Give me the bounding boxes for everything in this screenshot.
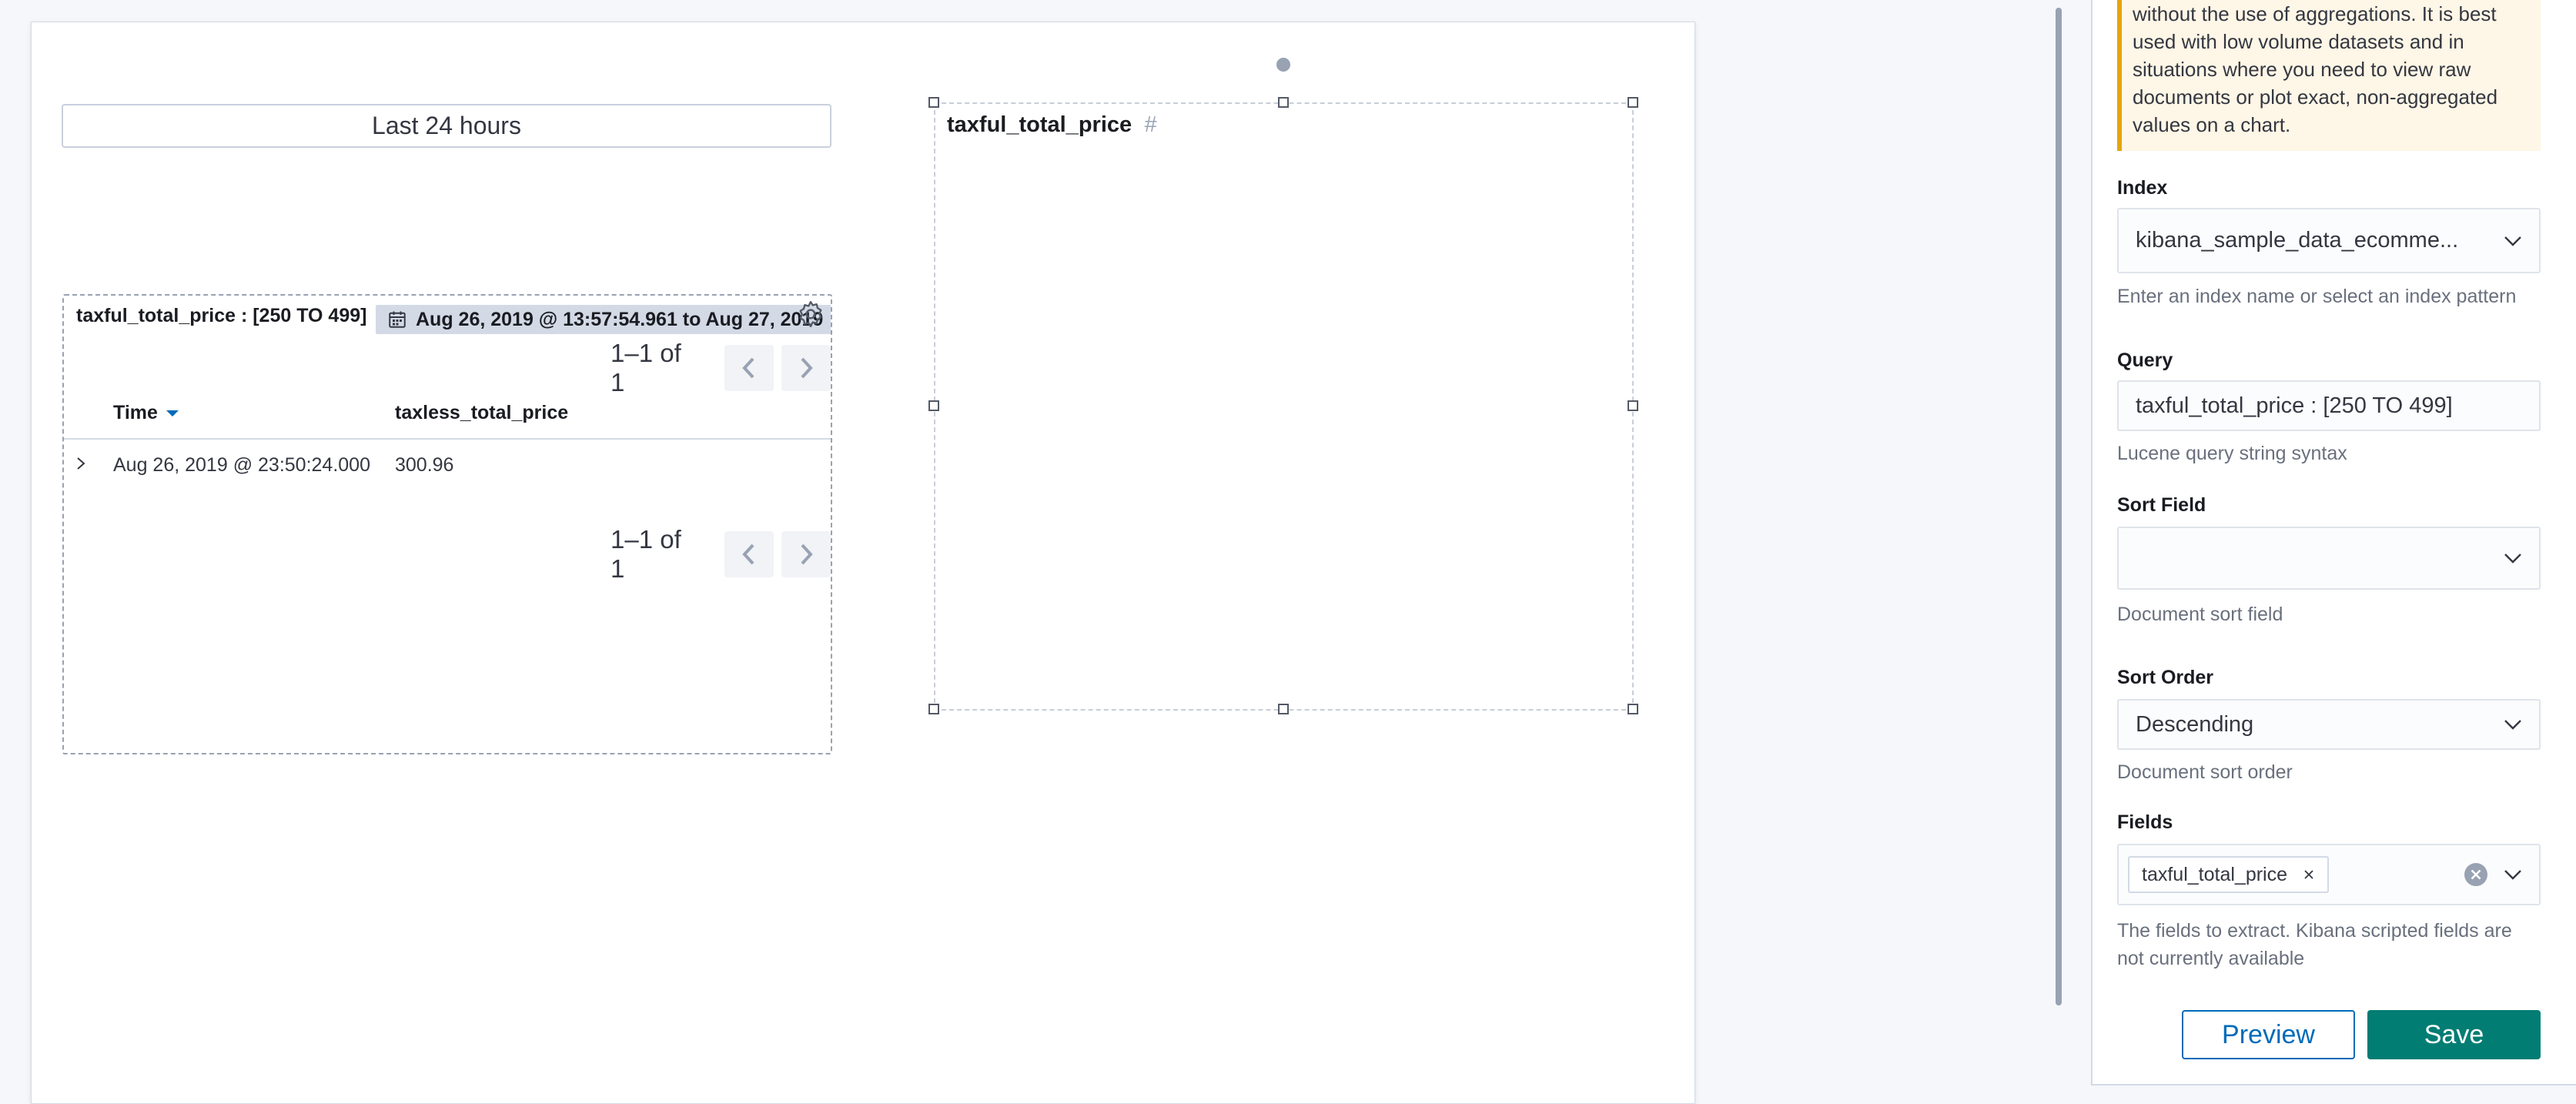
save-button[interactable]: Save (2367, 1010, 2541, 1059)
time-filter-label: Last 24 hours (372, 112, 521, 139)
sort-order-label: Sort Order (2117, 667, 2214, 688)
index-help-text: Enter an index name or select an index p… (2117, 286, 2517, 307)
callout-line: values on a chart. (2133, 113, 2291, 136)
saved-search-embeddable[interactable]: taxful_total_price : [250 TO 499] Aug 26… (62, 294, 832, 754)
chevron-left-icon (742, 544, 754, 565)
chevron-right-icon (801, 357, 813, 379)
chevron-down-icon (2504, 554, 2521, 564)
next-page-button[interactable] (781, 345, 831, 391)
resize-handle-right[interactable] (1628, 400, 1638, 411)
pagination-count: 1–1 of 1 (611, 525, 681, 583)
chevron-down-icon[interactable] (2504, 869, 2522, 880)
number-field-icon: # (1144, 112, 1157, 137)
calendar-icon (389, 311, 406, 328)
index-value: kibana_sample_data_ecomme... (2136, 228, 2459, 253)
chevron-right-icon (801, 544, 813, 565)
column-header-label: Time (113, 402, 158, 423)
chevron-down-icon (2504, 236, 2521, 246)
table-cell-taxless-total-price: 300.96 (395, 454, 454, 476)
close-icon[interactable] (2303, 868, 2315, 881)
index-select[interactable]: kibana_sample_data_ecomme... (2117, 208, 2541, 273)
query-input[interactable]: taxful_total_price : [250 TO 499] (2117, 380, 2541, 431)
next-page-button[interactable] (781, 531, 831, 577)
field-chip-label: taxful_total_price (2142, 863, 2288, 885)
preview-button[interactable]: Preview (2182, 1010, 2355, 1059)
fields-help-line: The fields to extract. Kibana scripted f… (2117, 920, 2512, 942)
selected-element-frame[interactable] (934, 102, 1634, 711)
chart-field-label: taxful_total_price # (947, 112, 1156, 138)
field-name: taxful_total_price (947, 112, 1132, 137)
callout-line: situations where you need to view raw (2133, 58, 2471, 81)
fields-label: Fields (2117, 811, 2173, 833)
fields-combobox[interactable]: taxful_total_price (2117, 844, 2541, 905)
rotation-handle[interactable] (1276, 58, 1290, 72)
datasource-info-callout: without the use of aggregations. It is b… (2117, 0, 2541, 151)
fields-help-text: The fields to extract. Kibana scripted f… (2117, 917, 2541, 972)
chevron-down-icon (2504, 720, 2521, 730)
pagination-bottom: 1–1 of 1 (611, 525, 831, 584)
callout-line: documents or plot exact, non-aggregated (2133, 85, 2498, 109)
time-filter-element[interactable]: Last 24 hours (62, 104, 831, 148)
index-label: Index (2117, 177, 2168, 199)
table-header-divider (64, 438, 831, 440)
sort-field-label: Sort Field (2117, 494, 2206, 516)
query-value: taxful_total_price : [250 TO 499] (2136, 393, 2453, 418)
panel-title: taxful_total_price : [250 TO 499] (76, 305, 367, 326)
table-cell-time: Aug 26, 2019 @ 23:50:24.000 (113, 454, 370, 476)
previous-page-button[interactable] (724, 531, 774, 577)
expand-row-icon[interactable] (73, 454, 89, 473)
previous-page-button[interactable] (724, 345, 774, 391)
clear-icon[interactable] (2464, 862, 2488, 887)
sort-field-select[interactable] (2117, 527, 2541, 590)
pagination-top: 1–1 of 1 (611, 339, 831, 397)
callout-line: without the use of aggregations. It is b… (2133, 2, 2497, 25)
gear-icon[interactable] (795, 299, 826, 330)
query-label: Query (2117, 350, 2173, 371)
page-scrollbar[interactable] (2056, 8, 2062, 1005)
resize-handle-bottom-left[interactable] (928, 704, 939, 714)
time-range-text: Aug 26, 2019 @ 13:57:54.961 to Aug 27, 2… (416, 308, 824, 330)
resize-handle-top[interactable] (1278, 97, 1289, 108)
chevron-left-icon (742, 357, 754, 379)
time-range-badge: Aug 26, 2019 @ 13:57:54.961 to Aug 27, 2… (376, 305, 831, 334)
sort-field-help-text: Document sort field (2117, 604, 2283, 625)
resize-handle-bottom-right[interactable] (1628, 704, 1638, 714)
sort-order-select[interactable]: Descending (2117, 699, 2541, 750)
sort-order-help-text: Document sort order (2117, 761, 2293, 783)
resize-handle-left[interactable] (928, 400, 939, 411)
column-header-taxless-total-price[interactable]: taxless_total_price (395, 402, 568, 424)
resize-handle-bottom[interactable] (1278, 704, 1289, 714)
resize-handle-top-right[interactable] (1628, 97, 1638, 108)
pagination-count: 1–1 of 1 (611, 339, 681, 396)
sort-descending-icon[interactable] (166, 410, 179, 417)
fields-help-line: not currently available (2117, 948, 2305, 969)
callout-line: used with low volume datasets and in (2133, 30, 2464, 53)
field-chip: taxful_total_price (2128, 856, 2330, 893)
query-help-text: Lucene query string syntax (2117, 443, 2347, 464)
resize-handle-top-left[interactable] (928, 97, 939, 108)
column-header-time[interactable]: Time (113, 402, 179, 424)
sort-order-value: Descending (2136, 711, 2254, 737)
